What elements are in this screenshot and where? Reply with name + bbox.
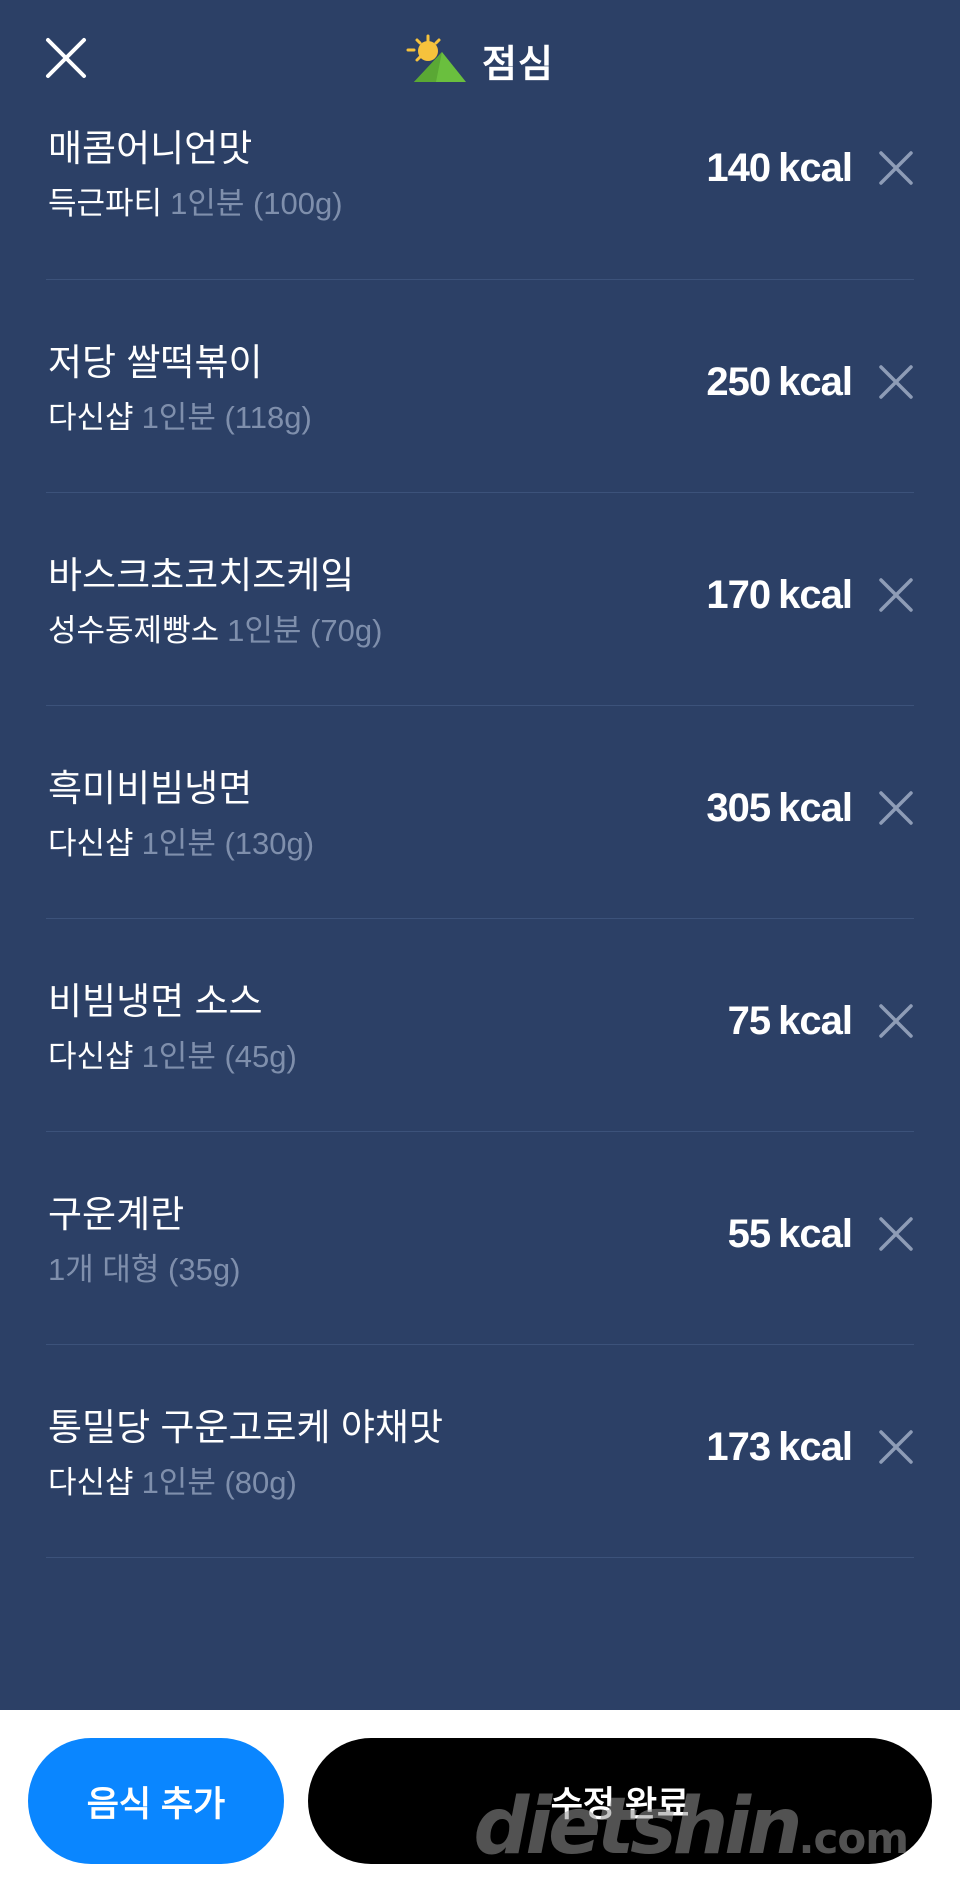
remove-item-button[interactable] xyxy=(878,1216,914,1252)
food-item[interactable]: 흑미비빔냉면 다신샵 1인분 (130g) 305 kcal xyxy=(46,706,914,919)
remove-item-button[interactable] xyxy=(878,1003,914,1039)
kcal-value: 305 xyxy=(706,786,771,830)
remove-item-button[interactable] xyxy=(878,1429,914,1465)
food-kcal: 173 kcal xyxy=(706,1425,853,1470)
kcal-unit: kcal xyxy=(778,786,853,830)
food-name: 바스크초코치즈케잌 xyxy=(48,555,355,596)
food-detail: 득근파티 1인분 (100g) xyxy=(48,178,343,223)
food-detail: 다신샵 1인분 (130g) xyxy=(48,818,314,863)
remove-item-button[interactable] xyxy=(878,364,914,400)
remove-icon xyxy=(879,791,913,825)
kcal-value: 170 xyxy=(706,573,771,617)
food-brand: 다신샵 xyxy=(48,1039,134,1074)
food-item[interactable]: 바스크초코치즈케잌 성수동제빵소 1인분 (70g) 170 kcal xyxy=(46,493,914,706)
remove-item-button[interactable] xyxy=(878,790,914,826)
food-serving: 1인분 (45g) xyxy=(141,1039,297,1074)
food-item[interactable]: 구운계란 1개 대형 (35g) 55 kcal xyxy=(46,1132,914,1345)
kcal-unit: kcal xyxy=(778,360,853,404)
kcal-value: 250 xyxy=(706,360,771,404)
remove-icon xyxy=(879,1430,913,1464)
food-serving: 1인분 (100g) xyxy=(170,186,343,221)
food-kcal: 55 kcal xyxy=(727,1212,853,1257)
remove-icon xyxy=(879,578,913,612)
food-detail: 1개 대형 (35g) xyxy=(48,1244,240,1289)
food-name: 저당 쌀떡볶이 xyxy=(48,342,263,383)
remove-icon xyxy=(879,151,913,185)
food-kcal: 250 kcal xyxy=(706,360,853,405)
remove-icon xyxy=(879,365,913,399)
finish-edit-button[interactable]: 수정 완료 xyxy=(308,1738,932,1864)
food-name: 구운계란 xyxy=(48,1194,185,1235)
food-serving: 1개 대형 (35g) xyxy=(48,1252,241,1287)
remove-icon xyxy=(879,1217,913,1251)
food-detail: 다신샵 1인분 (45g) xyxy=(48,1031,297,1076)
add-food-button[interactable]: 음식 추가 xyxy=(28,1738,284,1864)
food-detail: 성수동제빵소 1인분 (70g) xyxy=(48,605,382,650)
kcal-value: 173 xyxy=(706,1425,771,1469)
remove-icon xyxy=(879,1004,913,1038)
food-name: 매콤어니언맛 xyxy=(48,128,253,169)
food-item[interactable]: 통밀당 구운고로케 야채맛 다신샵 1인분 (80g) 173 kcal xyxy=(46,1345,914,1558)
food-item[interactable]: 비빔냉면 소스 다신샵 1인분 (45g) 75 kcal xyxy=(46,919,914,1132)
food-detail: 다신샵 1인분 (80g) xyxy=(48,1457,297,1502)
food-brand: 다신샵 xyxy=(48,1465,134,1500)
food-list: 매콤어니언맛 득근파티 1인분 (100g) 140 kcal 저당 쌀떡볶이 다신… xyxy=(0,110,960,1558)
header: 점심 xyxy=(0,0,960,118)
footer-bar: 음식 추가 수정 완료 dietshin.com xyxy=(0,1710,960,1892)
food-brand: 득근파티 xyxy=(48,186,163,221)
food-brand: 성수동제빵소 xyxy=(48,613,220,648)
kcal-unit: kcal xyxy=(778,999,853,1043)
food-kcal: 170 kcal xyxy=(706,573,853,618)
kcal-unit: kcal xyxy=(778,1425,853,1469)
food-name: 비빔냉면 소스 xyxy=(48,981,263,1022)
food-detail: 다신샵 1인분 (118g) xyxy=(48,392,312,437)
food-item[interactable]: 매콤어니언맛 득근파티 1인분 (100g) 140 kcal xyxy=(46,110,914,280)
kcal-value: 75 xyxy=(727,999,771,1043)
food-kcal: 75 kcal xyxy=(727,999,853,1044)
food-item[interactable]: 저당 쌀떡볶이 다신샵 1인분 (118g) 250 kcal xyxy=(46,280,914,493)
kcal-unit: kcal xyxy=(778,573,853,617)
food-serving: 1인분 (70g) xyxy=(227,613,383,648)
remove-item-button[interactable] xyxy=(878,150,914,186)
kcal-unit: kcal xyxy=(778,1212,853,1256)
food-brand: 다신샵 xyxy=(48,826,134,861)
food-serving: 1인분 (130g) xyxy=(141,826,315,861)
food-name: 통밀당 구운고로케 야채맛 xyxy=(48,1407,443,1448)
kcal-unit: kcal xyxy=(778,146,853,190)
food-serving: 1인분 (80g) xyxy=(141,1465,297,1500)
title-group: 점심 xyxy=(0,30,960,90)
sun-behind-mountain-icon xyxy=(406,34,467,82)
remove-item-button[interactable] xyxy=(878,577,914,613)
page-title: 점심 xyxy=(482,43,554,86)
food-brand: 다신샵 xyxy=(48,400,134,435)
kcal-value: 55 xyxy=(727,1212,771,1256)
kcal-value: 140 xyxy=(706,146,771,190)
food-kcal: 305 kcal xyxy=(706,786,853,831)
food-kcal: 140 kcal xyxy=(706,146,853,191)
food-serving: 1인분 (118g) xyxy=(141,400,312,435)
food-name: 흑미비빔냉면 xyxy=(48,768,253,809)
